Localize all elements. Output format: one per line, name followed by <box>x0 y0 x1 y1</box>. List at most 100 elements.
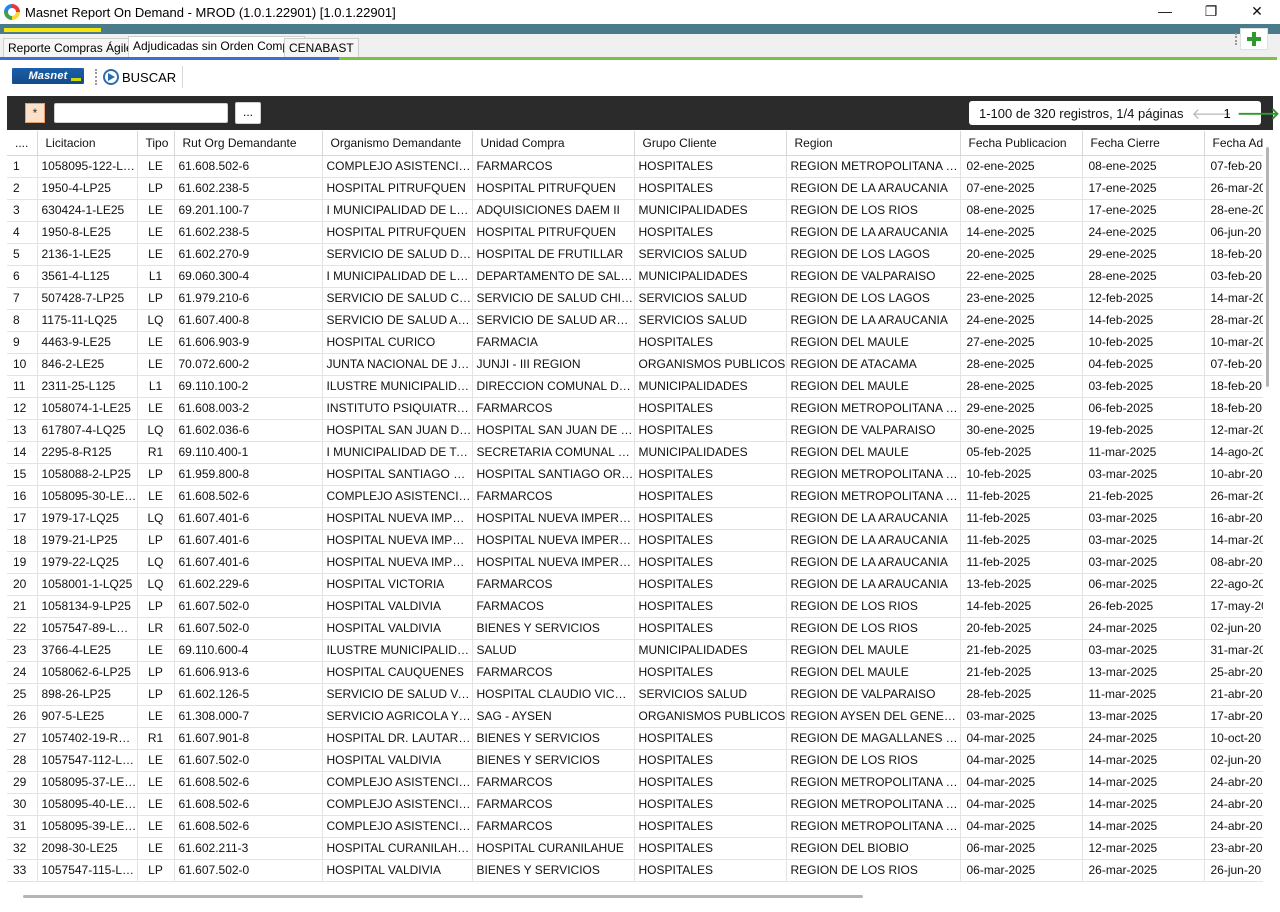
organismo-cell: COMPLEJO ASISTENCIAL ... <box>322 815 473 838</box>
tipo-cell: LE <box>137 837 175 860</box>
fecha-adjudicacion-cell: 23-abr-20 <box>1204 837 1263 860</box>
table-row[interactable]: 19 1979-22-LQ25 LQ 61.607.401-6 HOSPITAL NUE… <box>7 551 1263 574</box>
table-row[interactable]: 14 2295-8-R125 R1 69.110.400-1 I MUNICIPALID… <box>7 441 1263 464</box>
table-row[interactable]: 5 2136-1-LE25 LE 61.602.270-9 SERVICIO DE SA… <box>7 243 1263 266</box>
region-cell: REGION DEL MAULE <box>786 661 961 684</box>
unidad-compra-header[interactable]: Unidad Compra <box>472 131 635 156</box>
table-row[interactable]: 16 1058095-30-LE25 LE 61.608.502-6 COMPLEJO … <box>7 485 1263 508</box>
table-row[interactable]: 24 1058062-6-LP25 LP 61.606.913-6 HOSPITAL C… <box>7 661 1263 684</box>
vertical-scroll-thumb[interactable] <box>1266 147 1269 387</box>
fecha-publicacion-cell: 11-feb-2025 <box>960 551 1083 574</box>
table-row[interactable]: 26 907-5-LE25 LE 61.308.000-7 SERVICIO AGRIC… <box>7 705 1263 728</box>
table-row[interactable]: 29 1058095-37-LE25 LE 61.608.502-6 COMPLEJO … <box>7 771 1263 794</box>
prev-page-arrow-icon[interactable]: 🡐 <box>1192 104 1232 123</box>
buscar-button[interactable]: BUSCAR <box>101 66 184 88</box>
grupo-cliente-cell: HOSPITALES <box>634 771 787 794</box>
filter-input[interactable] <box>54 103 228 123</box>
tab-reporte-compras-agiles[interactable]: Reporte Compras Ágiles <box>3 38 144 59</box>
table-row[interactable]: 11 2311-25-L125 L1 69.110.100-2 ILUSTRE MUNI… <box>7 375 1263 398</box>
region-cell: REGION DEL MAULE <box>786 375 961 398</box>
table-row[interactable]: 1 1058095-122-LE24 LE 61.608.502-6 COMPLEJO … <box>7 155 1263 178</box>
fecha-cierre-header[interactable]: Fecha Cierre <box>1082 131 1205 156</box>
filter-options-button[interactable]: ... <box>235 102 261 124</box>
licitacion-cell: 898-26-LP25 <box>37 683 138 706</box>
organismo-cell: COMPLEJO ASISTENCIAL ... <box>322 485 473 508</box>
grupo-cliente-header[interactable]: Grupo Cliente <box>634 131 787 156</box>
horizontal-scrollbar[interactable] <box>7 888 1263 902</box>
table-row[interactable]: 18 1979-21-LP25 LP 61.607.401-6 HOSPITAL NUE… <box>7 529 1263 552</box>
region-header[interactable]: Region <box>786 131 961 156</box>
organismo-cell: HOSPITAL CAUQUENES <box>322 661 473 684</box>
rut-cell: 61.607.401-6 <box>174 529 323 552</box>
licitacion-cell: 507428-7-LP25 <box>37 287 138 310</box>
fecha-cierre-cell: 13-mar-2025 <box>1082 661 1205 684</box>
vertical-scrollbar[interactable] <box>1263 131 1273 886</box>
table-row[interactable]: 13 617807-4-LQ25 LQ 61.602.036-6 HOSPITAL SA… <box>7 419 1263 442</box>
horizontal-scroll-thumb[interactable] <box>23 895 863 898</box>
table-row[interactable]: 6 3561-4-L125 L1 69.060.300-4 I MUNICIPALIDA… <box>7 265 1263 288</box>
title-bar: Masnet Report On Demand - MROD (1.0.1.22… <box>0 0 1280 24</box>
organismo-cell: HOSPITAL NUEVA IMPERIAL <box>322 551 473 574</box>
table-row[interactable]: 28 1057547-112-LE25 LE 61.607.502-0 HOSPITAL… <box>7 749 1263 772</box>
table-row[interactable]: 32 2098-30-LE25 LE 61.602.211-3 HOSPITAL CUR… <box>7 837 1263 860</box>
licitacion-cell: 2295-8-R125 <box>37 441 138 464</box>
unidad-compra-cell: HOSPITAL SAN JUAN DE DIO... <box>472 419 635 442</box>
region-cell: REGION DE ATACAMA <box>786 353 961 376</box>
organismo-header[interactable]: Organismo Demandante <box>322 131 473 156</box>
fecha-cierre-cell: 17-ene-2025 <box>1082 199 1205 222</box>
add-tab-button[interactable] <box>1235 28 1268 50</box>
close-button[interactable]: ✕ <box>1234 0 1280 22</box>
table-row[interactable]: 2 1950-4-LP25 LP 61.602.238-5 HOSPITAL PITRU… <box>7 177 1263 200</box>
licitacion-header[interactable]: Licitacion <box>37 131 138 156</box>
rut-cell: 61.602.238-5 <box>174 221 323 244</box>
organismo-cell: HOSPITAL VALDIVIA <box>322 859 473 882</box>
next-page-arrow-icon[interactable]: 🡒 <box>1237 103 1280 124</box>
fecha-adjudicacion-cell: 31-mar-20 <box>1204 639 1263 662</box>
region-cell: REGION METROPOLITANA DE S... <box>786 397 961 420</box>
tab-cenabast[interactable]: CENABAST <box>284 38 359 59</box>
grupo-cliente-cell: HOSPITALES <box>634 595 787 618</box>
table-row[interactable]: 21 1058134-9-LP25 LP 61.607.502-0 HOSPITAL V… <box>7 595 1263 618</box>
table-row[interactable]: 3 630424-1-LE25 LE 69.201.100-7 I MUNICIPALI… <box>7 199 1263 222</box>
row-number: 23 <box>7 639 38 662</box>
fecha-adjudicacion-cell: 14-ago-20 <box>1204 441 1263 464</box>
table-row[interactable]: 15 1058088-2-LP25 LP 61.959.800-8 HOSPITAL S… <box>7 463 1263 486</box>
tipo-cell: R1 <box>137 727 175 750</box>
table-row[interactable]: 10 846-2-LE25 LE 70.072.600-2 JUNTA NACIONAL… <box>7 353 1263 376</box>
fecha-publicacion-header[interactable]: Fecha Publicacion <box>960 131 1083 156</box>
tipo-cell: LQ <box>137 551 175 574</box>
table-row[interactable]: 20 1058001-1-LQ25 LQ 61.602.229-6 HOSPITAL V… <box>7 573 1263 596</box>
fecha-adjudicacion-header[interactable]: Fecha Ad <box>1204 131 1263 156</box>
row-number-header[interactable]: .... <box>7 131 38 156</box>
fecha-cierre-cell: 29-ene-2025 <box>1082 243 1205 266</box>
table-row[interactable]: 25 898-26-LP25 LP 61.602.126-5 SERVICIO DE S… <box>7 683 1263 706</box>
page-number-input[interactable]: 1 <box>1224 106 1231 121</box>
table-row[interactable]: 12 1058074-1-LE25 LE 61.608.003-2 INSTITUTO … <box>7 397 1263 420</box>
fecha-adjudicacion-cell: 24-abr-20 <box>1204 771 1263 794</box>
unidad-compra-cell: HOSPITAL NUEVA IMPERIAL <box>472 507 635 530</box>
grupo-cliente-cell: MUNICIPALIDADES <box>634 199 787 222</box>
table-row[interactable]: 7 507428-7-LP25 LP 61.979.210-6 SERVICIO DE … <box>7 287 1263 310</box>
accent-band <box>0 24 1280 34</box>
row-number: 27 <box>7 727 38 750</box>
rut-header[interactable]: Rut Org Demandante <box>174 131 323 156</box>
restore-button[interactable]: ❐ <box>1188 0 1234 22</box>
table-row[interactable]: 27 1057402-19-R125 R1 61.607.901-8 HOSPITAL … <box>7 727 1263 750</box>
filter-star-button[interactable]: * <box>25 103 45 123</box>
table-row[interactable]: 33 1057547-115-LP25 LP 61.607.502-0 HOSPITAL… <box>7 859 1263 882</box>
tipo-cell: LE <box>137 793 175 816</box>
row-number: 19 <box>7 551 38 574</box>
table-row[interactable]: 30 1058095-40-LE25 LE 61.608.502-6 COMPLEJO … <box>7 793 1263 816</box>
tipo-header[interactable]: Tipo <box>137 131 175 156</box>
table-row[interactable]: 8 1175-11-LQ25 LQ 61.607.400-8 SERVICIO DE S… <box>7 309 1263 332</box>
region-cell: REGION METROPOLITANA DE S... <box>786 485 961 508</box>
table-row[interactable]: 9 4463-9-LE25 LE 61.606.903-9 HOSPITAL CURIC… <box>7 331 1263 354</box>
fecha-publicacion-cell: 29-ene-2025 <box>960 397 1083 420</box>
table-row[interactable]: 4 1950-8-LE25 LE 61.602.238-5 HOSPITAL PITRU… <box>7 221 1263 244</box>
table-row[interactable]: 17 1979-17-LQ25 LQ 61.607.401-6 HOSPITAL NUE… <box>7 507 1263 530</box>
table-row[interactable]: 23 3766-4-LE25 LE 69.110.600-4 ILUSTRE MUNIC… <box>7 639 1263 662</box>
table-row[interactable]: 31 1058095-39-LE25 LE 61.608.502-6 COMPLEJO … <box>7 815 1263 838</box>
tab-adjudicadas-sin-orden-compra[interactable]: Adjudicadas sin Orden Compra <box>128 36 305 59</box>
table-row[interactable]: 22 1057547-89-LR25 LR 61.607.502-0 HOSPITAL … <box>7 617 1263 640</box>
minimize-button[interactable]: — <box>1142 0 1188 22</box>
